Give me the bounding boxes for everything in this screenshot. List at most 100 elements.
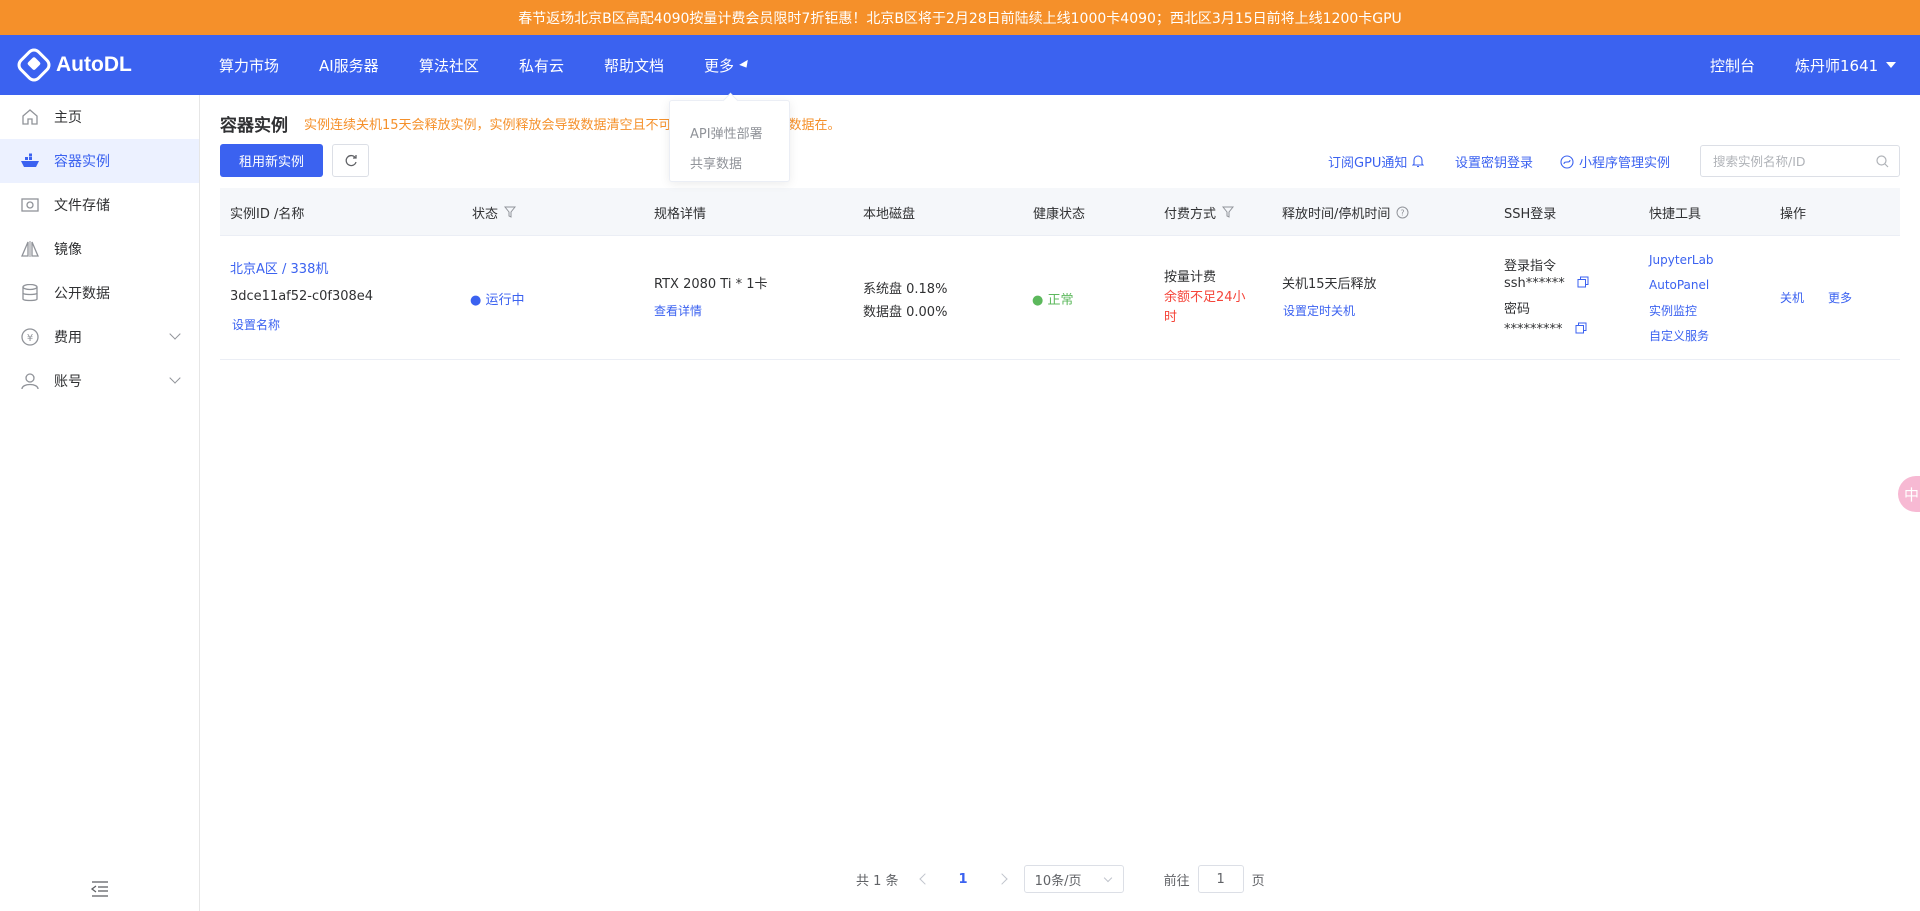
- floating-helper-button[interactable]: 中: [1898, 476, 1920, 512]
- help-circle-icon[interactable]: ?: [1396, 206, 1409, 219]
- storage-icon: [20, 195, 40, 215]
- release-time: 关机15天后释放: [1282, 277, 1377, 292]
- col-header-release-time: 释放时间/停机时间 ?: [1282, 188, 1409, 236]
- collapse-sidebar-icon[interactable]: [90, 879, 110, 899]
- sidebar-item-label: 镜像: [54, 242, 82, 258]
- sidebar-item-public-data[interactable]: 公开数据: [0, 271, 199, 315]
- tool-autopanel-link[interactable]: AutoPanel: [1649, 278, 1709, 292]
- set-timed-shutdown-link[interactable]: 设置定时关机: [1283, 302, 1355, 319]
- status-text: 运行中: [485, 293, 525, 308]
- ssh-command-label: 登录指令: [1504, 259, 1557, 274]
- sidebar-item-image[interactable]: 镜像: [0, 227, 199, 271]
- instance-table: 实例ID /名称 状态 规格详情 本地磁盘 健康状态 付费方式 释放时间/停机时…: [220, 188, 1900, 360]
- filter-icon[interactable]: [1222, 206, 1235, 218]
- shutdown-button[interactable]: 关机: [1780, 289, 1804, 306]
- sidebar-item-container[interactable]: 容器实例: [0, 139, 199, 183]
- tool-jupyterlab-link[interactable]: JupyterLab: [1649, 253, 1714, 267]
- sidebar-item-label: 费用: [54, 330, 82, 346]
- next-page-icon[interactable]: [995, 873, 1008, 885]
- sidebar-item-account[interactable]: 账号: [0, 359, 199, 403]
- nav-label: 私有云: [519, 56, 565, 75]
- prev-page-icon[interactable]: [918, 873, 931, 885]
- mini-program-link[interactable]: 小程序管理实例: [1560, 152, 1670, 171]
- brand-logo[interactable]: AutoDL: [14, 35, 132, 95]
- col-header-disk: 本地磁盘: [863, 206, 916, 222]
- pagination-total: 共 1 条: [856, 873, 899, 889]
- col-header-health: 健康状态: [1033, 206, 1086, 222]
- svg-text:?: ?: [1401, 208, 1405, 217]
- bell-icon: [1412, 155, 1425, 168]
- col-header-spec: 规格详情: [654, 206, 707, 222]
- page-size-select[interactable]: 10条/页: [1023, 865, 1124, 893]
- health-status: ● 正常: [1032, 293, 1074, 308]
- floating-helper-text: 中: [1904, 485, 1920, 504]
- system-disk-usage: 系统盘 0.18%: [863, 282, 948, 297]
- sidebar: 主页 容器实例 文件存储 镜像 公开数据 ¥ 费用 账号: [0, 95, 200, 911]
- sidebar-item-home[interactable]: 主页: [0, 95, 199, 139]
- chevron-down-icon: [169, 372, 181, 384]
- filter-icon[interactable]: [504, 206, 517, 218]
- subscribe-gpu-link[interactable]: 订阅GPU通知: [1328, 152, 1425, 171]
- data-disk-usage: 数据盘 0.00%: [863, 305, 948, 320]
- nav-item-compute-market[interactable]: 算力市场: [219, 35, 279, 95]
- sidebar-item-file-storage[interactable]: 文件存储: [0, 183, 199, 227]
- copy-icon[interactable]: [1577, 276, 1589, 288]
- tool-custom-service-link[interactable]: 自定义服务: [1649, 327, 1709, 344]
- user-icon: [20, 371, 40, 391]
- nav-label: 算力市场: [219, 56, 280, 75]
- container-icon: [20, 151, 40, 171]
- menu-item-api-deploy[interactable]: API弹性部署: [690, 123, 763, 142]
- set-name-link[interactable]: 设置名称: [232, 316, 280, 333]
- mini-program-icon: [1560, 154, 1574, 169]
- instance-id: 3dce11af52-c0f308e4: [230, 289, 374, 304]
- nav-item-more[interactable]: 更多: [704, 35, 751, 95]
- set-key-login-link[interactable]: 设置密钥登录: [1455, 152, 1533, 171]
- balance-warning-line2: 时: [1164, 310, 1178, 325]
- col-header-label: 付费方式: [1164, 206, 1217, 222]
- brand-name: AutoDL: [56, 53, 132, 76]
- sidebar-item-label: 公开数据: [54, 286, 110, 302]
- password-text: *********: [1504, 322, 1563, 337]
- image-icon: [20, 239, 40, 259]
- copy-icon[interactable]: [1575, 322, 1587, 334]
- nav-item-private-cloud[interactable]: 私有云: [519, 35, 564, 95]
- nav-label: AI服务器: [319, 56, 379, 75]
- nav-item-algo-community[interactable]: 算法社区: [419, 35, 479, 95]
- announcement-banner[interactable]: 春节返场北京B区高配4090按量计费会员限时7折钜惠！北京B区将于2月28日前陆…: [0, 0, 1920, 35]
- goto-suffix: 页: [1251, 873, 1265, 889]
- refresh-button[interactable]: [332, 144, 369, 177]
- rent-new-instance-button[interactable]: 租用新实例: [220, 144, 323, 177]
- password-label: 密码: [1504, 302, 1531, 317]
- col-header-label: 释放时间/停机时间: [1282, 206, 1391, 222]
- view-details-link[interactable]: 查看详情: [654, 302, 702, 319]
- col-header-actions: 操作: [1780, 206, 1807, 222]
- page-size-value: 10条/页: [1034, 873, 1082, 889]
- announcement-text: 春节返场北京B区高配4090按量计费会员限时7折钜惠！北京B区将于2月28日前陆…: [518, 10, 1402, 27]
- nav-label: 更多: [704, 56, 735, 75]
- sidebar-item-billing[interactable]: ¥ 费用: [0, 315, 199, 359]
- instance-region-name-link[interactable]: 北京A区 / 338机: [230, 258, 328, 277]
- balance-warning-line1: 余额不足24小: [1164, 290, 1246, 305]
- goto-page-input[interactable]: 1: [1197, 865, 1244, 893]
- more-actions-button[interactable]: 更多: [1828, 289, 1852, 306]
- nav-item-help-docs[interactable]: 帮助文档: [604, 35, 664, 95]
- health-text: 正常: [1047, 293, 1074, 308]
- user-menu[interactable]: 炼丹师1641: [1795, 35, 1897, 95]
- col-header-label: 状态: [472, 206, 499, 222]
- goto-prefix: 前往: [1163, 873, 1190, 889]
- menu-item-shared-data[interactable]: 共享数据: [690, 153, 742, 172]
- caret-down-icon: [1886, 62, 1897, 68]
- tool-monitor-link[interactable]: 实例监控: [1649, 302, 1697, 319]
- search-icon[interactable]: [1876, 155, 1889, 168]
- svg-text:¥: ¥: [27, 333, 33, 344]
- col-header-billing: 付费方式: [1164, 188, 1235, 236]
- nav-console-link[interactable]: 控制台: [1710, 35, 1755, 95]
- sidebar-item-label: 容器实例: [54, 154, 110, 170]
- search-input[interactable]: [1713, 153, 1863, 169]
- nav-item-ai-server[interactable]: AI服务器: [319, 35, 379, 95]
- sidebar-item-label: 主页: [54, 110, 82, 126]
- autodl-logo-icon: [14, 45, 54, 85]
- current-page-number[interactable]: 1: [959, 872, 968, 887]
- col-header-status: 状态: [472, 188, 517, 236]
- password-value: *********: [1504, 322, 1587, 337]
